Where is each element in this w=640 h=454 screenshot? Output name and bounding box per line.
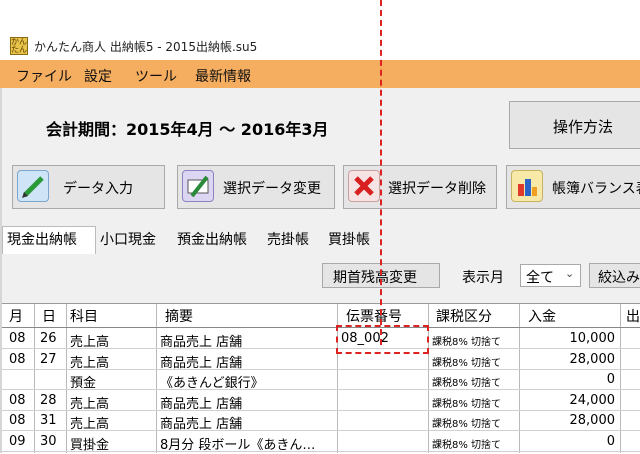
edit-selected-label: 選択データ変更 [223, 181, 321, 197]
cell-deposit: 24,000 [569, 392, 616, 408]
cell-month: 09 [9, 433, 26, 449]
col-voucher-header[interactable]: 伝票番号 [346, 306, 402, 326]
menu-tools[interactable]: ツール [135, 66, 177, 86]
cell-deposit: 28,000 [569, 351, 616, 367]
cell-month: 08 [9, 413, 26, 428]
window-title: かんたん商人 出納帳5 - 2015出納帳.su5 [34, 40, 258, 54]
cell-deposit: 0 [606, 372, 615, 387]
app-icon: かんたん [10, 37, 28, 55]
col-deposit-header[interactable]: 入金 [528, 306, 556, 326]
cell-tax: 課税8% 切捨て [432, 337, 502, 348]
cell-account: 売上高 [70, 355, 110, 371]
cell-description: 《あきんど銀行》 [160, 376, 264, 391]
delete-x-icon [348, 170, 380, 202]
chevron-down-icon: ⌄ [565, 267, 575, 280]
cell-day: 26 [40, 331, 57, 346]
cell-month: 08 [9, 392, 26, 408]
balance-sheet-label: 帳簿バランス表 [552, 181, 640, 197]
cell-tax: 課税8% 切捨て [432, 398, 502, 410]
how-to-label: 操作方法 [553, 118, 614, 136]
bar-chart-icon [511, 170, 543, 202]
data-entry-label: データ入力 [63, 181, 133, 197]
cell-day: 27 [40, 351, 57, 367]
view-month-label: 表示月 [462, 270, 504, 286]
cell-day: 30 [40, 433, 57, 449]
highlight-guide-line [380, 0, 382, 345]
highlight-box [336, 325, 429, 354]
cell-deposit: 10,000 [569, 331, 616, 346]
cell-tax: 課税8% 切捨て [432, 419, 502, 430]
cell-description: 商品売上 店舗 [160, 417, 243, 432]
tab-petty-cash[interactable]: 小口現金 [100, 229, 156, 249]
edit-card-icon [182, 170, 214, 202]
tab-receivables[interactable]: 売掛帳 [267, 229, 309, 249]
cell-deposit: 0 [606, 433, 615, 449]
tab-cash-book[interactable]: 現金出納帳 [7, 229, 77, 249]
header-divider [2, 327, 640, 328]
cell-description: 商品売上 店舗 [160, 355, 243, 371]
cell-account: 買掛金 [70, 437, 110, 453]
col-withdrawal-header[interactable]: 出 [626, 306, 640, 326]
cell-account: 売上高 [70, 396, 110, 412]
cell-day: 31 [40, 413, 57, 428]
cell-deposit: 28,000 [569, 413, 616, 428]
cell-month: 08 [9, 351, 26, 367]
pencil-icon [17, 170, 49, 202]
view-month-value: 全て [526, 270, 554, 286]
tab-payables[interactable]: 買掛帳 [328, 229, 370, 249]
col-description-header[interactable]: 摘要 [165, 306, 193, 326]
cell-tax: 課税8% 切捨て [432, 439, 502, 451]
col-tax-header[interactable]: 課税区分 [436, 306, 492, 326]
cell-description: 商品売上 店舗 [160, 396, 243, 412]
col-account-header[interactable]: 科目 [70, 306, 98, 326]
col-day-header[interactable]: 日 [42, 306, 56, 326]
cell-account: 預金 [70, 376, 97, 391]
cell-tax: 課税8% 切捨て [432, 378, 502, 389]
cell-account: 売上高 [70, 417, 110, 432]
filter-label: 絞込み [598, 270, 640, 286]
menu-file[interactable]: ファイル [16, 66, 72, 86]
cell-description: 商品売上 店舗 [160, 335, 243, 350]
menu-settings[interactable]: 設定 [84, 66, 112, 86]
cell-description: 8月分 段ボール《あきん… [160, 437, 316, 453]
cell-tax: 課税8% 切捨て [432, 357, 502, 369]
tab-deposit-book[interactable]: 預金出納帳 [177, 229, 247, 249]
menu-news[interactable]: 最新情報 [195, 66, 251, 86]
delete-selected-label: 選択データ削除 [388, 181, 486, 197]
opening-balance-label: 期首残高変更 [333, 270, 417, 286]
col-month-header[interactable]: 月 [9, 306, 23, 326]
cell-day: 28 [40, 392, 57, 408]
cell-month: 08 [9, 331, 26, 346]
fiscal-period: 会計期間：2015年4月 〜 2016年3月 [46, 120, 329, 139]
cell-account: 売上高 [70, 335, 110, 350]
